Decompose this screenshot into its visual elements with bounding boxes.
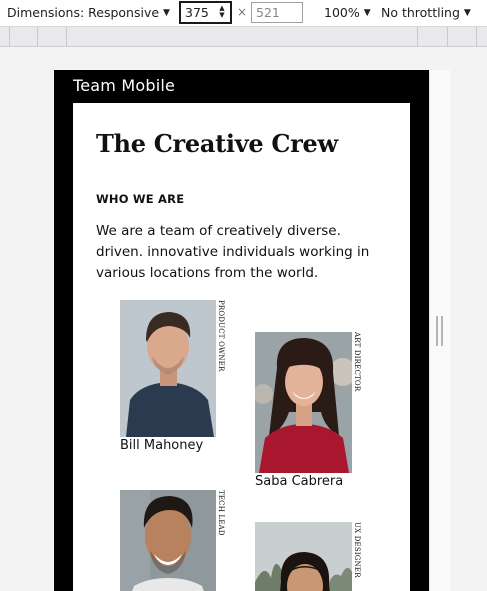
member-role: ART DIRECTOR [353,332,361,392]
width-value: 375 [185,5,209,20]
times-symbol: × [237,5,248,19]
resize-handle-icon[interactable] [436,316,443,346]
dimensions-dropdown[interactable]: Dimensions: Responsive ▼ [7,5,170,20]
member-photo [120,490,216,591]
member-role: TECH LEAD [217,490,225,536]
device-viewport: Team Mobile The Creative Crew WHO WE ARE… [54,70,429,591]
member-photo [120,300,216,437]
section-eyebrow: WHO WE ARE [96,192,185,206]
media-query-ruler[interactable] [0,27,487,47]
height-value: 521 [256,5,280,20]
throttle-label: No throttling [381,5,460,20]
brand-logo[interactable]: Team Mobile [73,76,175,95]
intro-paragraph: We are a team of creatively diverse. dri… [96,223,370,281]
zoom-label: 100% [324,5,360,20]
member-name: Saba Cabrera [255,474,344,489]
member-photo [255,332,352,473]
dimensions-label: Dimensions: Responsive [7,5,160,20]
page-title: The Creative Crew [96,129,338,158]
chevron-down-icon: ▼ [363,7,371,18]
chevron-down-icon: ▼ [463,7,471,18]
member-photo [255,522,352,591]
chevron-down-icon: ▼ [163,7,170,18]
zoom-dropdown[interactable]: 100% ▼ [324,5,371,20]
height-input[interactable]: 521 [251,2,303,23]
devtools-toolbar: Dimensions: Responsive ▼ 375 ▲ ▼ × 521 10… [0,0,487,27]
spinner-icon[interactable]: ▲ ▼ [216,5,228,20]
width-input[interactable]: 375 ▲ ▼ [179,1,232,24]
content-card: The Creative Crew WHO WE ARE We are a te… [73,103,410,591]
member-name: Bill Mahoney [120,438,204,453]
member-role: PRODUCT OWNER [217,300,225,372]
member-role: UX DESIGNER [353,522,361,578]
throttle-dropdown[interactable]: No throttling ▼ [381,5,471,20]
